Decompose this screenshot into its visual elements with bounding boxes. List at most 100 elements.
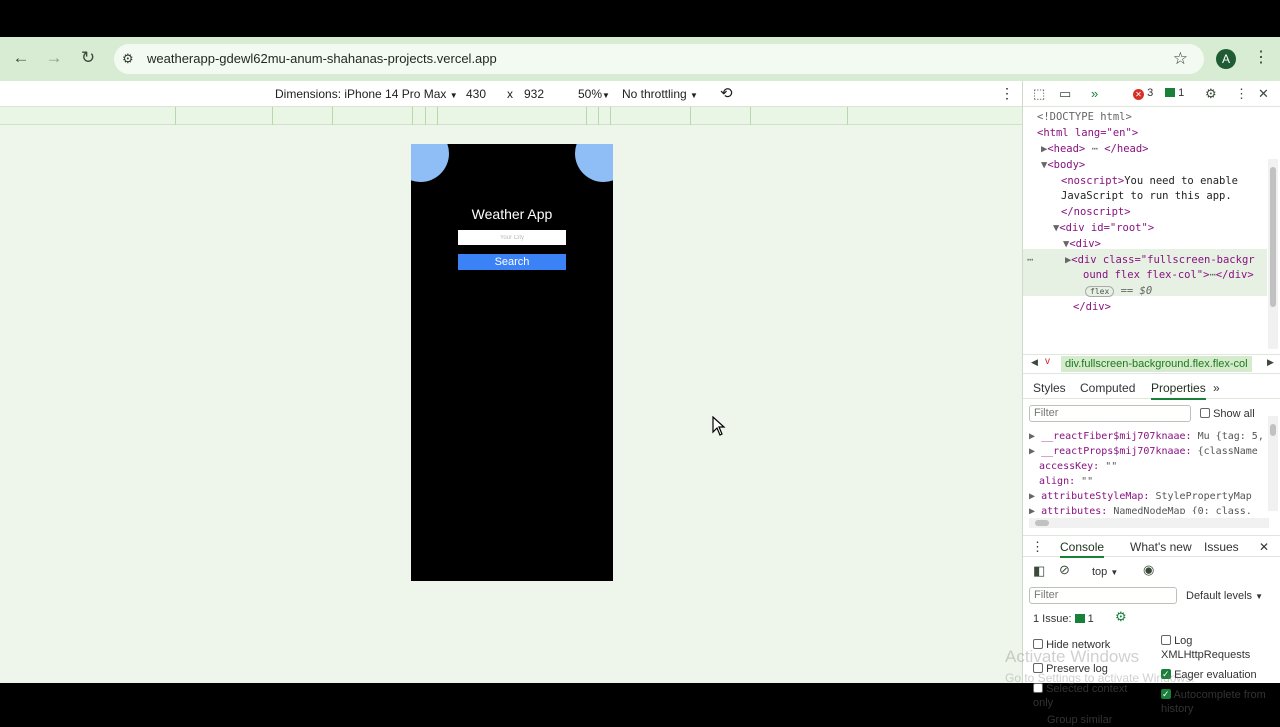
settings-gear-icon[interactable]: ⚙ bbox=[1205, 86, 1217, 102]
more-tabs-icon[interactable]: » bbox=[1213, 381, 1220, 395]
div-node[interactable]: ▼<div> bbox=[1063, 237, 1101, 251]
message-counter[interactable]: 1 bbox=[1165, 87, 1184, 99]
tab-properties[interactable]: Properties bbox=[1151, 381, 1206, 400]
close-drawer-icon[interactable]: ✕ bbox=[1259, 540, 1269, 554]
tab-issues[interactable]: Issues bbox=[1204, 540, 1239, 554]
selected-node[interactable]: ⋯ ▶<div class="fullscreen-backgr bbox=[1027, 253, 1255, 267]
properties-hscrollbar[interactable] bbox=[1029, 518, 1269, 528]
context-select[interactable]: top ▼ bbox=[1092, 565, 1118, 580]
expand-arrow-icon[interactable]: ▶ bbox=[1029, 431, 1035, 442]
tab-computed[interactable]: Computed bbox=[1080, 381, 1135, 395]
expand-arrow-icon[interactable]: ▶ bbox=[1029, 506, 1035, 514]
property-row[interactable]: ▶ __reactProps$mij707knaae: {className bbox=[1029, 445, 1258, 459]
node-menu-icon[interactable]: ⋯ bbox=[1027, 254, 1033, 266]
html-node[interactable]: <html lang="en"> bbox=[1037, 126, 1138, 140]
show-all-checkbox[interactable]: Show all bbox=[1200, 407, 1255, 421]
expand-arrow-icon[interactable]: ▶ bbox=[1029, 446, 1035, 457]
expand-arrow-icon[interactable]: ▶ bbox=[1029, 491, 1035, 502]
doctype-line[interactable]: <!DOCTYPE html> bbox=[1037, 110, 1132, 124]
sidebar-toggle-icon[interactable]: ◧ bbox=[1033, 563, 1045, 579]
bookmark-star-icon[interactable]: ☆ bbox=[1173, 49, 1188, 69]
elements-scrollbar[interactable] bbox=[1268, 159, 1278, 349]
back-icon[interactable]: ← bbox=[10, 47, 32, 69]
browser-menu-icon[interactable]: ⋮ bbox=[1253, 47, 1269, 67]
inspect-element-icon[interactable]: ⬚ bbox=[1033, 86, 1045, 102]
elements-tree[interactable]: <!DOCTYPE html> <html lang="en"> ▶<head>… bbox=[1023, 108, 1267, 318]
selected-context-option[interactable]: Selected context only bbox=[1033, 682, 1145, 710]
rotate-icon[interactable]: ⟲ bbox=[720, 84, 733, 102]
drawer-menu-icon[interactable]: ⋮ bbox=[1031, 539, 1044, 555]
profile-avatar[interactable]: A bbox=[1216, 49, 1236, 69]
zoom-select[interactable]: 50%▼ bbox=[578, 87, 610, 101]
checkbox-checked[interactable] bbox=[1161, 687, 1171, 701]
property-row[interactable]: accessKey: "" bbox=[1039, 460, 1117, 474]
selected-open-tag: <div class="fullscreen-backgr bbox=[1071, 254, 1255, 266]
flex-badge-line: flex == $0 bbox=[1085, 284, 1152, 298]
device-toolbar-more-icon[interactable]: ⋮ bbox=[1000, 85, 1014, 102]
devtools-menu-icon[interactable]: ⋮ bbox=[1235, 86, 1248, 102]
breadcrumb-right-icon[interactable]: ▶ bbox=[1267, 357, 1274, 368]
tab-whats-new[interactable]: What's new bbox=[1130, 540, 1192, 554]
checkbox[interactable] bbox=[1200, 408, 1210, 418]
error-counter[interactable]: ✕ 3 bbox=[1133, 87, 1153, 100]
property-row[interactable]: align: "" bbox=[1039, 475, 1093, 489]
scroll-thumb[interactable] bbox=[1270, 167, 1276, 307]
console-settings-icon[interactable]: ⚙ bbox=[1115, 609, 1127, 625]
issues-summary[interactable]: 1 Issue: 1 bbox=[1033, 612, 1094, 626]
close-devtools-icon[interactable]: ✕ bbox=[1258, 86, 1269, 102]
chevron-down-icon: ▼ bbox=[1110, 568, 1119, 577]
root-node[interactable]: ▼<div id="root"> bbox=[1053, 221, 1154, 235]
city-input[interactable] bbox=[458, 230, 566, 245]
times-label: x bbox=[507, 87, 513, 101]
search-button[interactable]: Search bbox=[458, 254, 566, 270]
message-icon bbox=[1165, 88, 1175, 97]
devtools-toolbar: ⬚ ▭ » ✕ 3 1 ⚙ ⋮ ✕ bbox=[1023, 81, 1280, 107]
property-value: "" bbox=[1105, 461, 1118, 472]
media-query-ruler[interactable] bbox=[0, 107, 1022, 125]
properties-scrollbar[interactable] bbox=[1268, 416, 1278, 511]
breadcrumb-left-icon[interactable]: ◀ bbox=[1031, 357, 1038, 368]
device-toolbar: Dimensions: iPhone 14 Pro Max ▼ 430 x 93… bbox=[0, 81, 1022, 107]
checkbox[interactable] bbox=[1161, 635, 1171, 645]
device-mode-icon[interactable]: ▭ bbox=[1059, 86, 1071, 102]
more-panels-icon[interactable]: » bbox=[1091, 86, 1098, 101]
group-similar-option[interactable]: Group similar bbox=[1047, 713, 1112, 727]
property-row[interactable]: ▶ attributeStyleMap: StylePropertyMap bbox=[1029, 490, 1252, 504]
scroll-thumb[interactable] bbox=[1270, 424, 1276, 436]
width-input[interactable]: 430 bbox=[466, 87, 486, 101]
reload-icon[interactable]: ↻ bbox=[77, 47, 99, 69]
live-expression-eye-icon[interactable]: ◉ bbox=[1143, 562, 1154, 578]
autocomplete-option[interactable]: Autocomplete from history bbox=[1161, 687, 1277, 716]
noscript-node[interactable]: <noscript>You need to enable bbox=[1061, 174, 1238, 188]
tab-console[interactable]: Console bbox=[1060, 540, 1105, 558]
url-text[interactable]: weatherapp-gdewl62mu-anum-shahanas-proje… bbox=[147, 51, 497, 66]
head-node[interactable]: ▶<head> ⋯ </head> bbox=[1041, 142, 1149, 156]
property-row[interactable]: ▶ attributes: NamedNodeMap {0: class, bbox=[1029, 505, 1252, 514]
height-input[interactable]: 932 bbox=[524, 87, 544, 101]
breadcrumb-prev-node[interactable]: v bbox=[1045, 356, 1050, 367]
address-bar[interactable]: ⚙ weatherapp-gdewl62mu-anum-shahanas-pro… bbox=[114, 44, 1204, 74]
eq-dollar-label: == $0 bbox=[1120, 285, 1153, 297]
log-xhr-option[interactable]: Log XMLHttpRequests bbox=[1161, 634, 1277, 662]
screen: ← → ↻ ⚙ weatherapp-gdewl62mu-anum-shahan… bbox=[0, 0, 1280, 726]
body-node[interactable]: ▼<body> bbox=[1041, 158, 1085, 172]
properties-filter-input[interactable]: Filter bbox=[1029, 405, 1191, 422]
dimensions-select[interactable]: Dimensions: iPhone 14 Pro Max ▼ bbox=[275, 87, 458, 101]
forward-icon[interactable]: → bbox=[43, 47, 65, 69]
throttling-select[interactable]: No throttling ▼ bbox=[622, 87, 698, 101]
sidebar-tabs: Styles Computed Properties » bbox=[1023, 377, 1280, 400]
flex-badge[interactable]: flex bbox=[1085, 286, 1115, 297]
scroll-thumb[interactable] bbox=[1035, 520, 1049, 526]
levels-select[interactable]: Default levels ▼ bbox=[1186, 589, 1263, 604]
site-settings-icon[interactable]: ⚙ bbox=[122, 51, 138, 67]
console-filter-input[interactable]: Filter bbox=[1029, 587, 1177, 604]
breadcrumb[interactable]: div.fullscreen-background.flex.flex-col bbox=[1061, 356, 1252, 372]
property-row[interactable]: ▶ __reactFiber$mij707knaae: Mu {tag: 5, bbox=[1029, 430, 1264, 444]
browser-toolbar: ← → ↻ ⚙ weatherapp-gdewl62mu-anum-shahan… bbox=[0, 37, 1280, 81]
drawer-tabs: ⋮ Console What's new Issues ✕ bbox=[1023, 535, 1280, 558]
selected-node-cont[interactable]: ound flex flex-col">⋯</div> bbox=[1083, 268, 1254, 282]
clear-console-icon[interactable]: ⊘ bbox=[1059, 562, 1070, 578]
tab-styles[interactable]: Styles bbox=[1033, 381, 1066, 395]
devtools-panel: ⬚ ▭ » ✕ 3 1 ⚙ ⋮ ✕ <!DOCTYPE html> <html … bbox=[1022, 81, 1280, 726]
error-icon: ✕ bbox=[1133, 89, 1144, 100]
